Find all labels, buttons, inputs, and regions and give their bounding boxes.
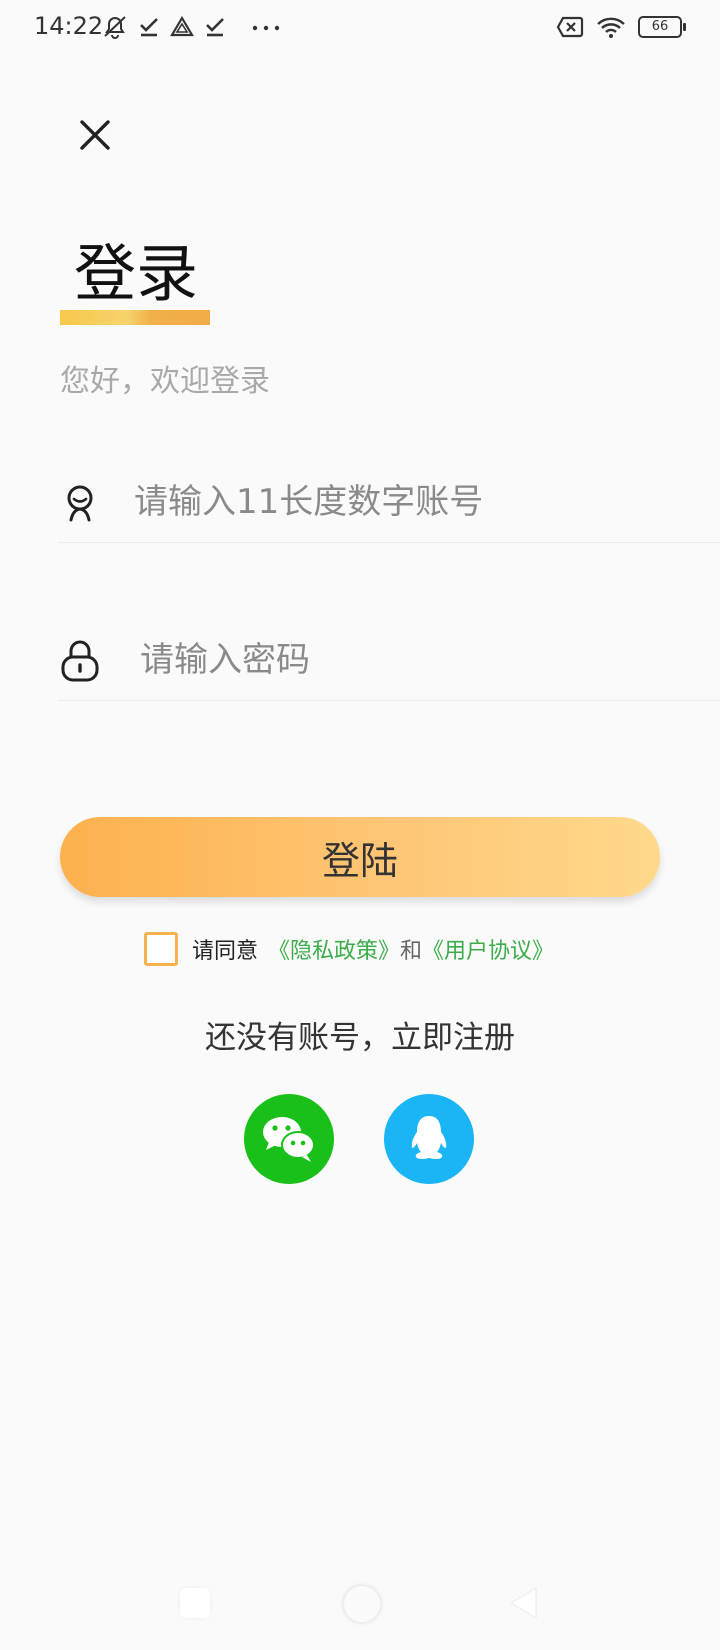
login-button[interactable]: 登陆	[60, 817, 660, 897]
drive-icon	[170, 15, 194, 37]
qq-login-button[interactable]	[384, 1094, 474, 1184]
wifi-icon	[597, 17, 625, 38]
sim-off-icon	[556, 16, 584, 38]
status-icons-right: 66	[556, 12, 686, 42]
password-input[interactable]	[138, 620, 702, 700]
wechat-icon	[263, 1117, 315, 1162]
page-subtitle: 您好，欢迎登录	[60, 364, 270, 399]
qq-icon	[411, 1116, 447, 1159]
check-icon	[206, 18, 224, 37]
status-time: 14:22	[34, 12, 104, 40]
close-button[interactable]	[72, 112, 118, 158]
battery-icon: 66	[638, 16, 686, 38]
check-icon	[140, 18, 158, 37]
password-field	[58, 620, 720, 701]
title-text: 登录	[74, 237, 199, 310]
close-icon	[80, 120, 110, 150]
agree-checkbox[interactable]	[144, 932, 178, 966]
status-icons-left	[102, 12, 284, 42]
agree-prefix: 请同意	[192, 939, 259, 964]
user-icon	[67, 485, 93, 522]
user-agreement-link[interactable]: 《用户协议》	[422, 933, 554, 965]
account-input[interactable]	[132, 462, 696, 542]
status-bar: 14:22 66	[0, 0, 720, 56]
title-underline	[60, 310, 210, 325]
lock-icon	[61, 640, 99, 682]
privacy-policy-link[interactable]: 《隐私政策》	[268, 933, 400, 965]
nav-recents-button[interactable]	[180, 1588, 210, 1618]
more-icon	[252, 25, 280, 31]
agreement-row: 请同意 《隐私政策》 和 《用户协议》	[144, 932, 554, 966]
mute-icon	[104, 16, 126, 39]
nav-home-button[interactable]	[342, 1584, 382, 1624]
page-title: 登录	[60, 236, 210, 326]
agree-and: 和	[400, 939, 423, 964]
nav-back-button[interactable]	[508, 1586, 538, 1620]
register-link[interactable]: 还没有账号，立即注册	[0, 1012, 720, 1057]
account-field	[58, 462, 720, 543]
wechat-login-button[interactable]	[244, 1094, 334, 1184]
